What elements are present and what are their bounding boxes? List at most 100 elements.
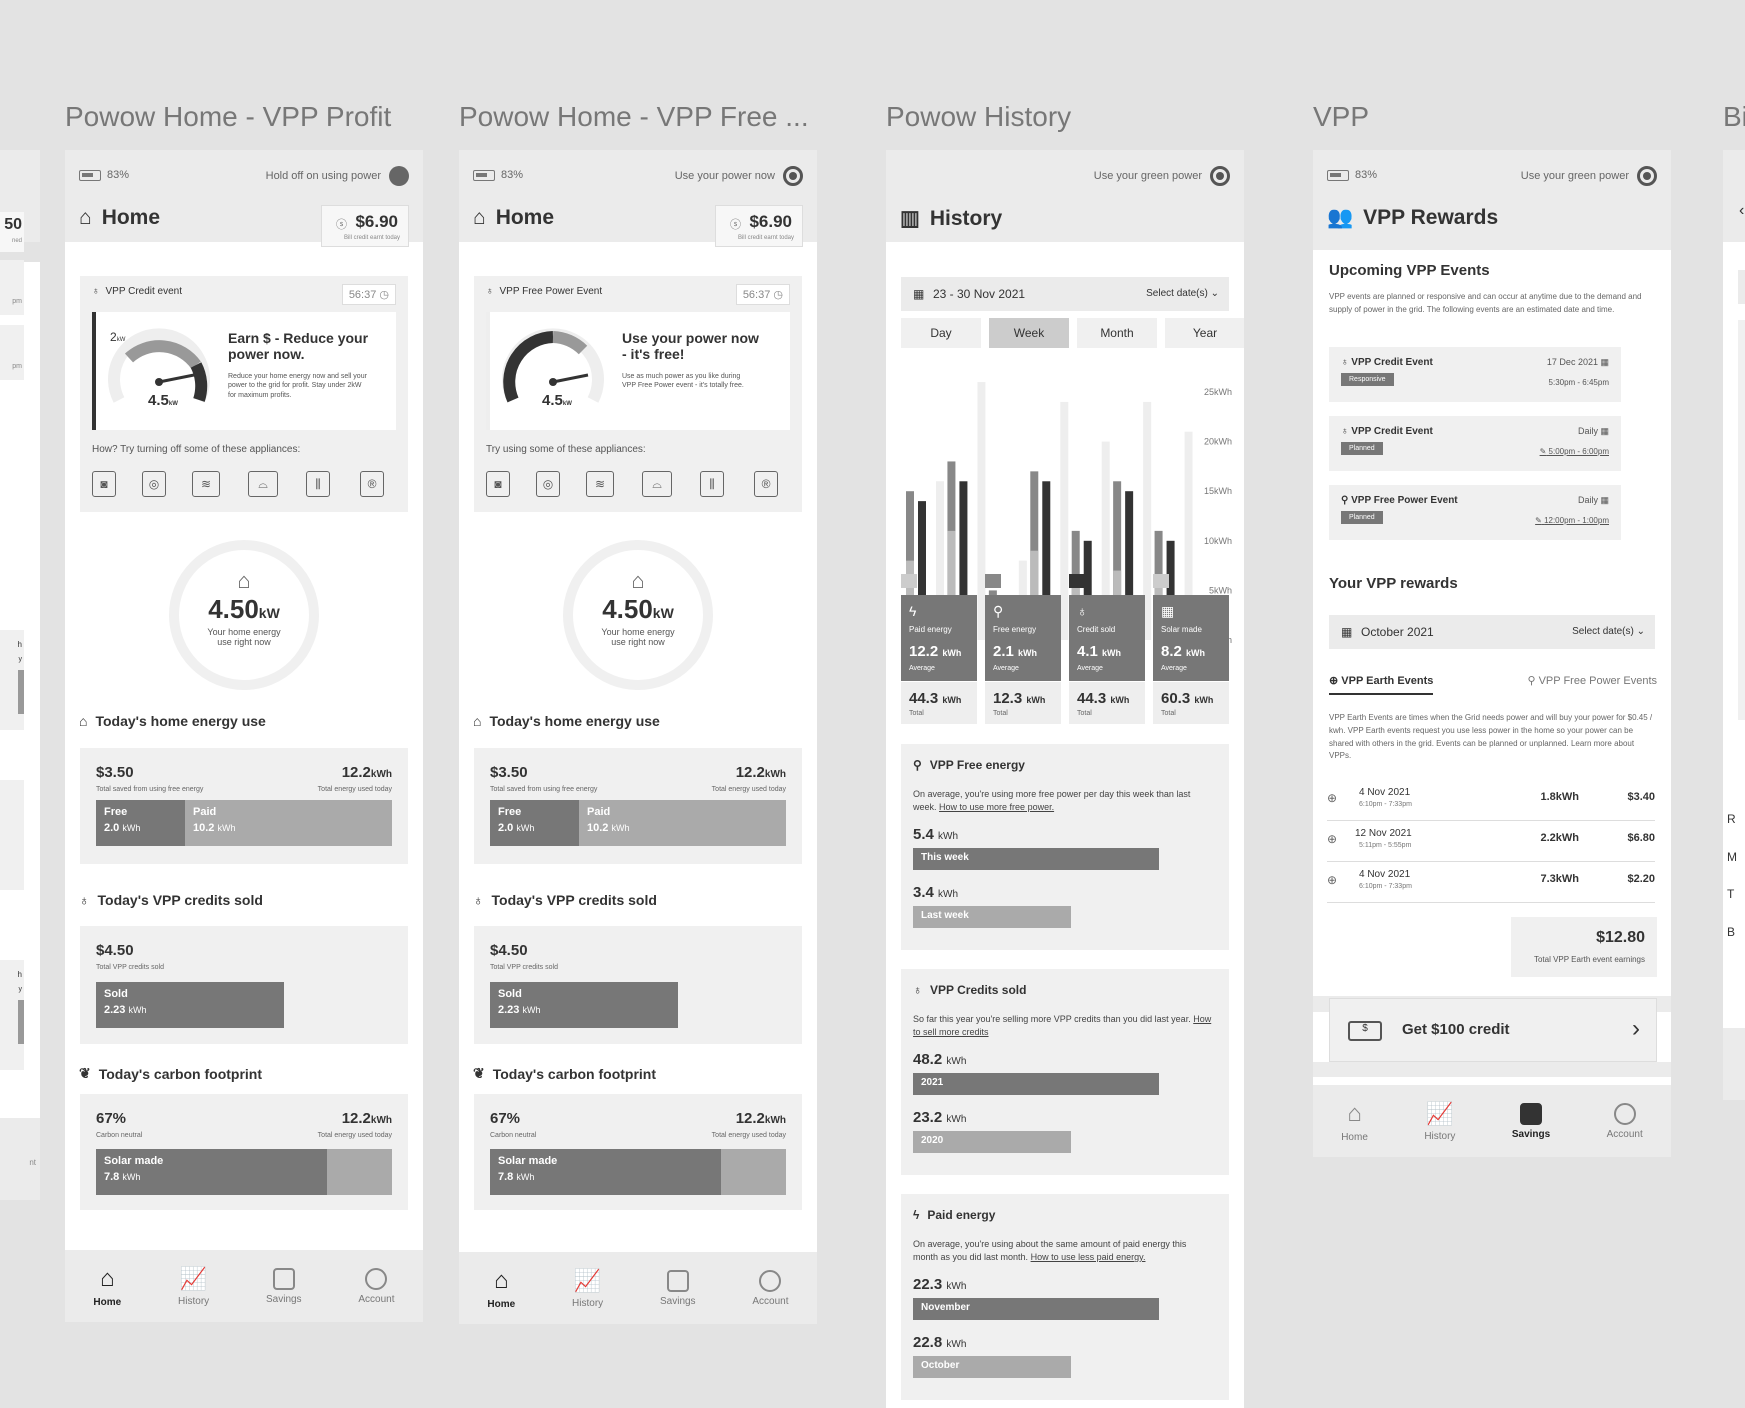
stat-free-energy[interactable]: ⚲ Free energy 2.1 kWh Average	[985, 595, 1061, 681]
nav-history[interactable]: 📈 History	[1424, 1101, 1455, 1142]
tab-month[interactable]: Month	[1077, 318, 1157, 348]
dryer-icon[interactable]: ◎	[536, 471, 560, 497]
nav-home[interactable]: ⌂ Home	[93, 1265, 121, 1308]
battery-status: 83%	[473, 169, 523, 181]
status-toggle-icon[interactable]	[389, 166, 409, 186]
heater-icon[interactable]: ⫼	[700, 471, 724, 497]
total-free-energy: 12.3 kWh Total	[985, 682, 1061, 724]
chevron-right-icon: ›	[1632, 1015, 1640, 1042]
event-timer: 56:37 ◷	[341, 284, 396, 305]
power-status[interactable]: Use your power now	[675, 166, 803, 186]
money-bag-icon: ♁	[913, 983, 922, 997]
bill-credit-badge[interactable]: ⓢ $6.90 Bill credit earnt today	[715, 205, 803, 247]
less-paid-energy-link[interactable]: How to use less paid energy.	[1031, 1252, 1146, 1262]
hand-plug-icon: ⚲	[993, 603, 1004, 619]
get-credit-button[interactable]: $ Get $100 credit ›	[1329, 998, 1657, 1062]
tab-day[interactable]: Day	[901, 318, 981, 348]
stat-credit-sold[interactable]: ♁ Credit sold 4.1 kWh Average	[1069, 595, 1145, 681]
nav-history[interactable]: 📈 History	[572, 1268, 603, 1309]
battery-icon	[79, 169, 101, 181]
status-ring-icon[interactable]	[783, 166, 803, 186]
nav-savings[interactable]: Savings	[1512, 1102, 1550, 1140]
account-icon	[1613, 1102, 1636, 1125]
tab-week[interactable]: Week	[989, 318, 1069, 348]
power-status[interactable]: Hold off on using power	[266, 166, 409, 186]
bottom-nav: ⌂ Home 📈 History Savings Account	[1313, 1085, 1671, 1157]
paid-energy-segment: Paid 10.2 kWh	[193, 806, 236, 834]
money-bag-icon: ♁	[1341, 357, 1349, 368]
sold-bar: Sold 2.23 kWh	[490, 982, 678, 1028]
carbon-card[interactable]: 67% Carbon neutral 12.2kWh Total energy …	[474, 1094, 802, 1210]
nav-account[interactable]: Account	[358, 1267, 395, 1305]
nav-account[interactable]: Account	[752, 1269, 789, 1307]
vpp-free-energy-card[interactable]: ⚲ VPP Free energy On average, you're usin…	[901, 744, 1229, 950]
washing-machine-icon[interactable]: ◙	[92, 471, 116, 497]
section-heading: ♁ Today's VPP credits sold	[79, 892, 263, 908]
home-energy-card[interactable]: $3.50 Total saved from using free energy…	[474, 748, 802, 864]
washing-machine-icon[interactable]: ◙	[486, 471, 510, 497]
frame-title: Powow Home - VPP Profit	[65, 101, 392, 132]
paid-energy-card[interactable]: ϟ Paid energy On average, you're using ab…	[901, 1194, 1229, 1400]
status-ring-icon[interactable]	[1210, 166, 1230, 186]
status-ring-icon[interactable]	[1637, 166, 1657, 186]
date-range-picker[interactable]: ▦ 23 - 30 Nov 2021 Select date(s) ⌄	[901, 277, 1229, 311]
vpp-rewards-screen: 83% Use your green power 👥 VPP Rewards Up…	[1313, 150, 1671, 1157]
vpp-event-card[interactable]: ♁ VPP Credit event 56:37 ◷ 2kW 4.5kW Earn…	[80, 276, 408, 512]
vpp-credits-card[interactable]: $4.50 Total VPP credits sold Sold 2.23 kW…	[474, 926, 802, 1044]
nav-account[interactable]: Account	[1607, 1102, 1643, 1140]
energy-split-bar: Free 2.0 kWh Paid 10.2 kWh	[490, 800, 786, 846]
energy-split-bar: Free 2.0 kWh Paid 10.2 kWh	[96, 800, 392, 846]
page-title: ⌂ Home	[473, 206, 555, 229]
hand-plug-icon: ⚲	[1527, 675, 1536, 687]
solar-segment: Solar made 7.8 kWh	[490, 1149, 721, 1195]
carbon-card[interactable]: 67% Carbon neutral 12.2kWh Total energy …	[80, 1094, 408, 1210]
stat-paid-energy[interactable]: ϟ Paid energy 12.2 kWh Average	[901, 595, 977, 681]
last-week-bar: Last week	[913, 906, 1071, 928]
upcoming-event[interactable]: ♁ VPP Credit Event Planned Daily ▦ ✎ 5:0…	[1329, 416, 1621, 471]
nav-home[interactable]: ⌂ Home	[1341, 1100, 1368, 1143]
hand-plug-icon: ⚲	[1341, 495, 1349, 506]
vpp-credits-card[interactable]: $4.50 Total VPP credits sold Sold 2.23 kW…	[80, 926, 408, 1044]
earth-event-row[interactable]: ⊕ 4 Nov 2021 6:10pm - 7:33pm 7.3kWh $2.2…	[1327, 863, 1655, 903]
appliance-icon[interactable]: ®	[754, 471, 778, 497]
tab-earth-events[interactable]: ⊕ VPP Earth Events	[1329, 674, 1434, 695]
savings-icon	[1520, 1102, 1543, 1125]
nav-home[interactable]: ⌂ Home	[487, 1267, 515, 1310]
frame-title: Powow Home - VPP Free ...	[459, 101, 809, 132]
year-2020-bar: 2020	[913, 1131, 1071, 1153]
leaf-icon: ❦	[79, 1065, 91, 1081]
nav-history[interactable]: 📈 History	[178, 1266, 209, 1307]
home-energy-card[interactable]: $3.50 Total saved from using free energy…	[80, 748, 408, 864]
earth-event-row[interactable]: ⊕ 12 Nov 2021 5:11pm - 5:55pm 2.2kWh $6.…	[1327, 822, 1655, 862]
legend-swatch	[1153, 574, 1169, 588]
oven-icon[interactable]: ⌓	[642, 471, 672, 497]
air-conditioner-icon[interactable]: ≋	[192, 471, 220, 497]
air-conditioner-icon[interactable]: ≋	[586, 471, 614, 497]
vpp-credits-sold-card[interactable]: ♁ VPP Credits sold So far this year you'r…	[901, 969, 1229, 1175]
stat-solar-made[interactable]: ▦ Solar made 8.2 kWh Average	[1153, 595, 1229, 681]
money-bag-icon: ♁	[1077, 603, 1088, 619]
upcoming-event[interactable]: ♁ VPP Credit Event Responsive 17 Dec 202…	[1329, 347, 1621, 402]
home-vpp-profit-screen: 83% Hold off on using power ⌂ Home ⓢ $6.90…	[65, 150, 423, 1322]
oven-icon[interactable]: ⌓	[248, 471, 278, 497]
nav-savings[interactable]: Savings	[660, 1269, 696, 1307]
tab-free-power-events[interactable]: ⚲ VPP Free Power Events	[1527, 674, 1657, 687]
upcoming-event[interactable]: ⚲ VPP Free Power Event Planned Daily ▦ ✎…	[1329, 485, 1621, 540]
month-picker[interactable]: ▦ October 2021 Select date(s) ⌄	[1329, 615, 1655, 649]
free-power-link[interactable]: How to use more free power.	[939, 802, 1054, 812]
appliance-icon[interactable]: ®	[360, 471, 384, 497]
heater-icon[interactable]: ⫼	[306, 471, 330, 497]
solar-panel-icon: ▦	[1161, 603, 1175, 619]
account-icon	[759, 1269, 782, 1292]
page-title: ⌂ Home	[79, 206, 161, 229]
bill-credit-badge[interactable]: ⓢ $6.90 Bill credit earnt today	[321, 205, 409, 247]
power-status[interactable]: Use your green power	[1521, 166, 1657, 186]
tab-year[interactable]: Year	[1165, 318, 1244, 348]
lightning-icon: ϟ	[909, 603, 917, 619]
nav-savings[interactable]: Savings	[266, 1267, 302, 1305]
chevron-left-icon[interactable]: ‹	[1739, 202, 1744, 220]
dryer-icon[interactable]: ◎	[142, 471, 166, 497]
earth-event-row[interactable]: ⊕ 4 Nov 2021 6:10pm - 7:33pm 1.8kWh $3.4…	[1327, 781, 1655, 821]
vpp-event-card[interactable]: ♁ VPP Free Power Event 56:37 ◷ 4.5kW Use …	[474, 276, 802, 512]
power-status[interactable]: Use your green power	[1094, 166, 1230, 186]
